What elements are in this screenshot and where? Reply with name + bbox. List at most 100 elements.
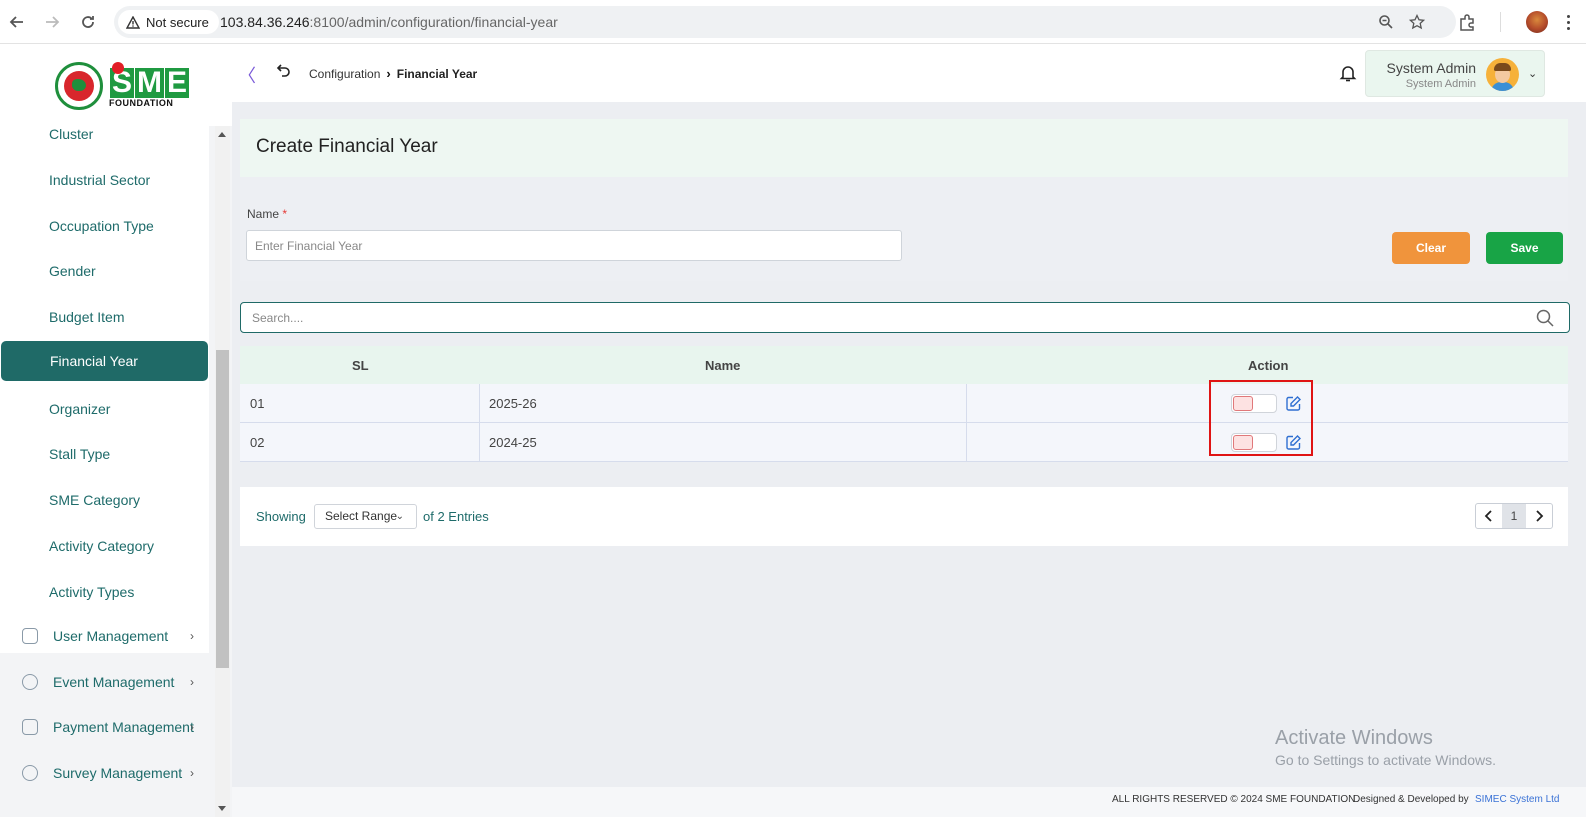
sidebar-item-payment-management[interactable]: Payment Management ›	[0, 707, 209, 747]
submenu-item-industrial-sector[interactable]: Industrial Sector	[0, 160, 209, 200]
copyright-text: ALL RIGHTS RESERVED © 2024 SME FOUNDATIO…	[1112, 794, 1356, 805]
url-path: :8100/admin/configuration/financial-year	[309, 14, 558, 30]
column-header-name: Name	[705, 358, 741, 373]
lock-circle-icon	[22, 674, 38, 690]
table-header: SL Name Action	[240, 346, 1568, 384]
security-label: Not secure	[146, 14, 209, 30]
sme-logo-text: SME	[110, 62, 190, 99]
red-highlight-box	[1209, 380, 1313, 456]
user-name: System Admin	[1386, 60, 1476, 76]
showing-label: Showing	[256, 509, 306, 524]
address-bar[interactable]: Not secure 103.84.36.246:8100/admin/conf…	[114, 6, 1456, 38]
logo-red-dot-icon	[112, 62, 124, 74]
notification-bell-icon[interactable]	[1338, 63, 1358, 83]
column-divider	[479, 423, 480, 462]
pie-chart-icon	[22, 765, 38, 781]
forward-arrow-icon[interactable]	[41, 11, 63, 33]
breadcrumb-parent[interactable]: Configuration	[309, 67, 380, 81]
zoom-icon[interactable]	[1376, 12, 1396, 32]
previous-page-button[interactable]	[1476, 504, 1502, 528]
submenu-item-activity-category[interactable]: Activity Category	[0, 526, 209, 566]
table-row: 02 2024-25	[240, 423, 1568, 462]
breadcrumb-chevron-icon: ›	[386, 66, 391, 81]
sidebar-item-user-management[interactable]: User Management ›	[0, 616, 209, 656]
column-divider	[966, 384, 967, 423]
column-divider	[479, 384, 480, 423]
name-label-text: Name	[247, 207, 280, 221]
save-button[interactable]: Save	[1486, 232, 1563, 264]
column-header-sl: SL	[352, 358, 369, 373]
toolbar-divider	[1500, 12, 1501, 32]
configuration-submenu: Cluster Industrial Sector Occupation Typ…	[0, 126, 209, 653]
top-header: 〈 Configuration › Financial Year System …	[232, 44, 1586, 102]
chevron-right-icon: ›	[190, 629, 194, 643]
chevron-right-icon	[1536, 510, 1544, 522]
required-mark: *	[282, 207, 288, 221]
logo-letter: E	[165, 66, 190, 99]
submenu-item-occupation-type[interactable]: Occupation Type	[0, 206, 209, 246]
shield-user-icon	[22, 628, 38, 644]
name-field-label: Name *	[247, 207, 287, 221]
next-page-button[interactable]	[1526, 504, 1552, 528]
windows-activation-title: Activate Windows	[1275, 727, 1433, 749]
submenu-item-budget-item[interactable]: Budget Item	[0, 297, 209, 337]
logo-letter: M	[135, 66, 165, 99]
page-title: Create Financial Year	[256, 136, 438, 157]
chevron-right-icon: ›	[190, 766, 194, 780]
scroll-up-arrow-icon[interactable]	[218, 132, 226, 137]
row-sl: 02	[250, 435, 265, 450]
submenu-item-stall-type[interactable]: Stall Type	[0, 434, 209, 474]
search-icon[interactable]	[1535, 308, 1555, 328]
star-icon[interactable]	[1407, 12, 1427, 32]
sidebar-item-survey-management[interactable]: Survey Management ›	[0, 753, 209, 793]
sidebar-collapse-icon[interactable]: 〈	[238, 62, 256, 88]
pagination-bar: Showing Select Range ⌄ of 2 Entries 1	[240, 487, 1568, 546]
sidebar-scrollbar[interactable]	[215, 126, 230, 817]
security-chip[interactable]: Not secure	[118, 10, 219, 34]
chevron-down-icon[interactable]: ⌄	[1528, 67, 1537, 80]
submenu-item-organizer[interactable]: Organizer	[0, 389, 209, 429]
scrollbar-thumb[interactable]	[216, 350, 229, 668]
url-host: 103.84.36.246	[220, 14, 310, 30]
sidebar: SME FOUNDATION Cluster Industrial Sector…	[0, 44, 232, 817]
row-name: 2025-26	[489, 396, 537, 411]
reload-icon[interactable]	[77, 11, 99, 33]
windows-activation-subtitle: Go to Settings to activate Windows.	[1275, 752, 1496, 768]
page-number-button[interactable]: 1	[1502, 504, 1526, 528]
submenu-item-gender[interactable]: Gender	[0, 251, 209, 291]
cash-icon	[22, 719, 38, 735]
form-header: Create Financial Year	[240, 119, 1568, 177]
search-input[interactable]	[252, 309, 1512, 327]
browser-menu-icon[interactable]	[1562, 11, 1574, 33]
developed-by-text: Designed & Developed by	[1353, 794, 1469, 805]
range-select[interactable]: Select Range ⌄	[314, 504, 417, 529]
undo-back-icon[interactable]	[276, 62, 294, 80]
user-profile-menu[interactable]: System Admin System Admin ⌄	[1365, 50, 1545, 97]
submenu-item-activity-types[interactable]: Activity Types	[0, 572, 209, 612]
chevron-left-icon	[1484, 510, 1492, 522]
submenu-item-cluster[interactable]: Cluster	[0, 126, 209, 154]
chevron-down-icon: ⌄	[395, 511, 404, 522]
url-text: 103.84.36.246:8100/admin/configuration/f…	[220, 14, 558, 30]
financial-year-name-input[interactable]	[246, 230, 902, 261]
pager: 1	[1475, 503, 1553, 529]
chevron-right-icon: ›	[190, 675, 194, 689]
scroll-down-arrow-icon[interactable]	[218, 806, 226, 811]
submenu-item-financial-year[interactable]: Financial Year	[1, 341, 208, 381]
breadcrumb-current: Financial Year	[396, 66, 478, 81]
sidebar-item-label: Payment Management	[53, 719, 194, 735]
entries-count: of 2 Entries	[423, 509, 489, 524]
sidebar-item-event-management[interactable]: Event Management ›	[0, 662, 209, 702]
clear-button[interactable]: Clear	[1392, 232, 1470, 264]
row-name: 2024-25	[489, 435, 537, 450]
browser-profile-avatar[interactable]	[1526, 11, 1548, 33]
developer-link[interactable]: SIMEC System Ltd	[1475, 794, 1559, 805]
back-arrow-icon[interactable]	[6, 11, 28, 33]
submenu-item-sme-category[interactable]: SME Category	[0, 480, 209, 520]
extensions-icon[interactable]	[1456, 11, 1478, 33]
logo[interactable]: SME FOUNDATION	[0, 44, 232, 126]
page-footer: ALL RIGHTS RESERVED © 2024 SME FOUNDATIO…	[232, 787, 1586, 817]
create-form: Name * Clear Save	[240, 177, 1568, 281]
sidebar-item-label: Event Management	[53, 674, 175, 690]
row-sl: 01	[250, 396, 265, 411]
